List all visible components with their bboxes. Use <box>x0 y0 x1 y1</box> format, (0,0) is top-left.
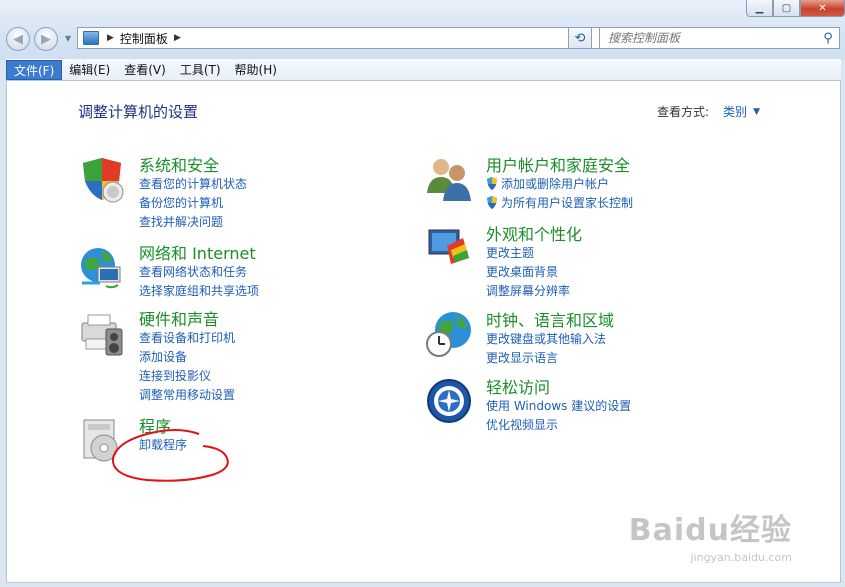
link-label[interactable]: 添加或删除用户帐户 <box>501 175 609 192</box>
link-network-status[interactable]: 查看网络状态和任务 <box>139 262 259 281</box>
category-title[interactable]: 网络和 Internet <box>139 240 256 264</box>
network-globe-icon <box>81 248 121 289</box>
watermark-logo: Baidu经验 <box>628 513 792 548</box>
address-bar[interactable]: ▶ 控制面板 ▶ ▼ <box>77 27 600 49</box>
monitor-palette-icon <box>428 229 469 264</box>
category-title[interactable]: 程序 <box>139 413 171 437</box>
link-label[interactable]: 为所有用户设置家长控制 <box>501 194 633 211</box>
back-button[interactable]: ◀ <box>6 27 30 51</box>
category-title[interactable]: 系统和安全 <box>139 152 219 176</box>
link-recommended-settings[interactable]: 使用 Windows 建议的设置 <box>486 396 631 415</box>
clock-globe-icon <box>426 312 471 357</box>
close-button[interactable]: ✕ <box>800 0 845 17</box>
link-view-computer-status[interactable]: 查看您的计算机状态 <box>139 174 247 193</box>
link-optimize-display[interactable]: 优化视频显示 <box>486 415 631 434</box>
ease-of-access-icon <box>427 379 471 423</box>
printer-speaker-icon <box>81 314 123 356</box>
security-shield-icon <box>83 158 124 203</box>
minimize-button[interactable]: ▁ <box>746 0 773 17</box>
window-chrome: ▁ ▢ ✕ ◀ ▶ ▼ ▶ 控制面板 ▶ ▼ ⟲ ⚲ <box>0 0 845 60</box>
recent-pages-dropdown-icon[interactable]: ▼ <box>65 34 71 43</box>
control-panel-icon <box>83 31 99 45</box>
link-homegroup-sharing[interactable]: 选择家庭组和共享选项 <box>139 281 259 300</box>
category-title[interactable]: 外观和个性化 <box>486 221 582 245</box>
navigation-bar: ◀ ▶ ▼ ▶ 控制面板 ▶ ▼ ⟲ ⚲ <box>6 26 841 52</box>
link-connect-projector[interactable]: 连接到投影仪 <box>139 366 235 385</box>
link-display-language[interactable]: 更改显示语言 <box>486 348 606 367</box>
view-by-label: 查看方式: <box>657 105 710 119</box>
page-title: 调整计算机的设置 <box>78 103 199 121</box>
menu-edit[interactable]: 编辑(E) <box>62 60 117 80</box>
category-title[interactable]: 轻松访问 <box>486 374 550 398</box>
caption-buttons: ▁ ▢ ✕ <box>746 0 845 17</box>
forward-button[interactable]: ▶ <box>34 27 58 51</box>
category-title[interactable]: 硬件和声音 <box>139 306 219 330</box>
category-title[interactable]: 用户帐户和家庭安全 <box>486 152 630 176</box>
link-change-background[interactable]: 更改桌面背景 <box>486 262 570 281</box>
link-devices-printers[interactable]: 查看设备和打印机 <box>139 328 235 347</box>
menu-help[interactable]: 帮助(H) <box>228 60 284 80</box>
users-icon <box>427 159 471 201</box>
menu-view[interactable]: 查看(V) <box>117 60 173 80</box>
uac-shield-icon <box>487 177 497 190</box>
menu-bar: 文件(F) 编辑(E) 查看(V) 工具(T) 帮助(H) <box>6 59 841 81</box>
back-arrow-icon: ◀ <box>13 31 23 47</box>
refresh-icon: ⟲ <box>574 30 586 46</box>
programs-disc-icon <box>83 419 118 462</box>
search-icon[interactable]: ⚲ <box>819 31 837 46</box>
search-box[interactable]: ⚲ <box>599 27 840 49</box>
breadcrumb-chevron-icon[interactable]: ▶ <box>174 33 181 43</box>
link-keyboard-input[interactable]: 更改键盘或其他输入法 <box>486 329 606 348</box>
maximize-button[interactable]: ▢ <box>773 0 800 17</box>
category-title[interactable]: 时钟、语言和区域 <box>486 307 614 331</box>
link-uninstall-program[interactable]: 卸载程序 <box>139 435 187 454</box>
breadcrumb-control-panel[interactable]: 控制面板 <box>120 30 168 47</box>
watermark-url: jingyan.baidu.com <box>690 551 792 564</box>
chevron-down-icon[interactable]: ▼ <box>753 107 760 117</box>
menu-file[interactable]: 文件(F) <box>6 59 63 80</box>
link-parental-controls[interactable]: 为所有用户设置家长控制 <box>486 193 633 212</box>
breadcrumb-chevron-icon[interactable]: ▶ <box>107 33 114 43</box>
forward-arrow-icon: ▶ <box>41 31 51 47</box>
link-add-device[interactable]: 添加设备 <box>139 347 235 366</box>
link-screen-resolution[interactable]: 调整屏幕分辨率 <box>486 281 570 300</box>
watermark: Baidu经验 jingyan.baidu.com <box>629 505 792 564</box>
refresh-button[interactable]: ⟲ <box>568 27 592 49</box>
menu-tools[interactable]: 工具(T) <box>173 60 228 80</box>
link-add-remove-accounts[interactable]: 添加或删除用户帐户 <box>486 174 633 193</box>
link-change-theme[interactable]: 更改主题 <box>486 243 570 262</box>
link-backup-computer[interactable]: 备份您的计算机 <box>139 193 247 212</box>
control-panel-content: 调整计算机的设置 查看方式: 类别 ▼ 系统和安全 查看您的计算机状态 备份您的… <box>6 81 841 583</box>
search-input[interactable] <box>600 31 819 45</box>
uac-shield-icon <box>487 196 497 209</box>
link-mobility-settings[interactable]: 调整常用移动设置 <box>139 385 235 404</box>
link-troubleshoot[interactable]: 查找并解决问题 <box>139 212 247 231</box>
view-by: 查看方式: 类别 ▼ <box>657 103 760 120</box>
view-by-dropdown[interactable]: 类别 <box>723 103 747 120</box>
